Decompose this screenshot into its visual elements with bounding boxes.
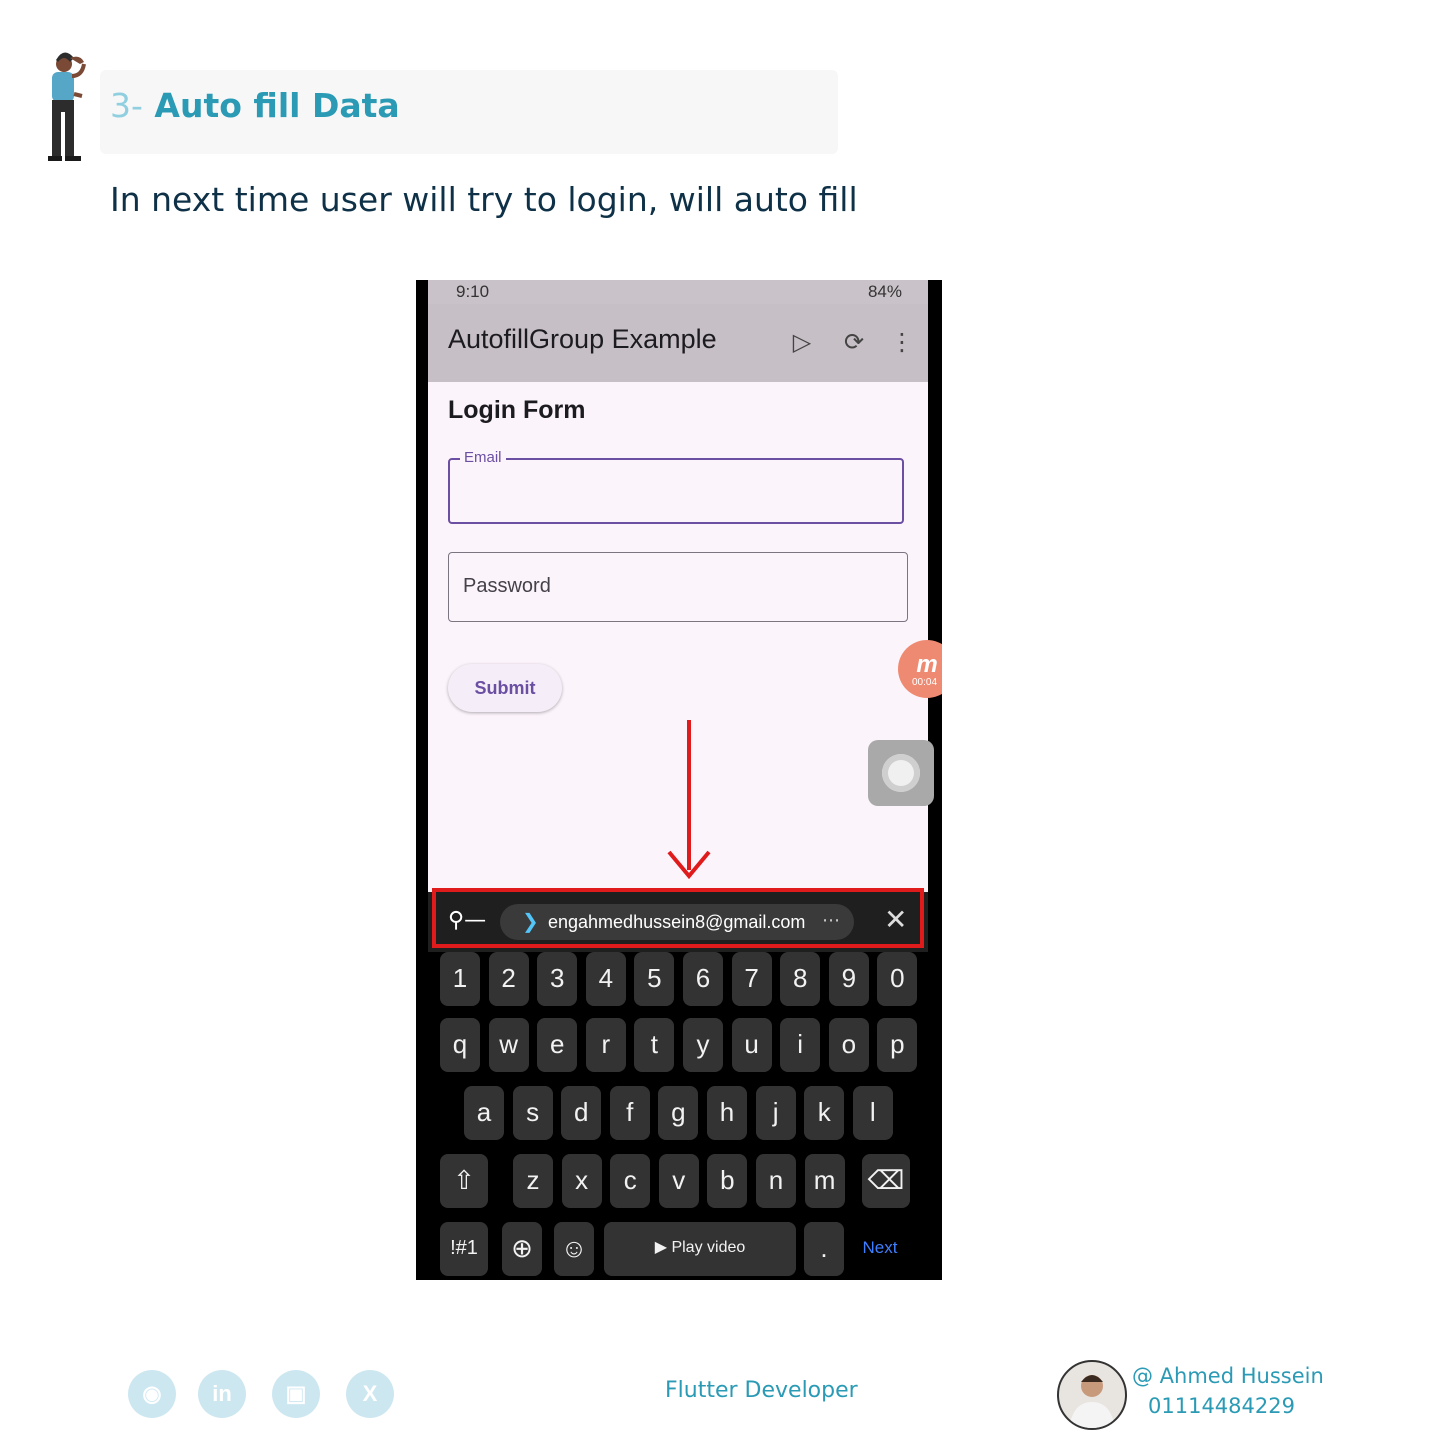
- key-8[interactable]: 8: [780, 952, 821, 1006]
- more-options-icon[interactable]: ⋮: [888, 328, 916, 356]
- key-l[interactable]: l: [852, 1086, 893, 1140]
- key-6[interactable]: 6: [683, 952, 723, 1006]
- section-subtitle: In next time user will try to login, wil…: [110, 180, 858, 219]
- status-time: 9:10: [456, 282, 490, 301]
- key-i[interactable]: i: [780, 1018, 821, 1072]
- email-label: Email: [460, 449, 506, 466]
- key-w[interactable]: w: [488, 1018, 529, 1072]
- key-p[interactable]: p: [877, 1018, 918, 1072]
- key-m[interactable]: m: [804, 1154, 845, 1208]
- key-z[interactable]: z: [513, 1154, 553, 1208]
- key-v[interactable]: v: [658, 1154, 699, 1208]
- app-bar: AutofillGroup Example ▷ ⟳ ⋮: [428, 304, 928, 382]
- key-n[interactable]: n: [756, 1154, 796, 1208]
- status-battery: 84%: [867, 282, 902, 301]
- key-7[interactable]: 7: [731, 952, 772, 1006]
- x-twitter-icon[interactable]: X: [346, 1370, 394, 1418]
- key-f[interactable]: f: [609, 1086, 650, 1140]
- status-bar: 9:10 84%: [428, 280, 928, 304]
- login-form: Login Form Email Password Submit m 00:04: [428, 382, 942, 892]
- section-title: 3- Auto fill Data: [110, 86, 400, 125]
- footer-role: Flutter Developer: [665, 1378, 858, 1403]
- linkedin-icon[interactable]: in: [198, 1370, 246, 1418]
- symbols-key[interactable]: !#1: [440, 1222, 488, 1276]
- recording-time: 00:04: [912, 677, 938, 688]
- key-t[interactable]: t: [634, 1018, 675, 1072]
- key-s[interactable]: s: [512, 1086, 553, 1140]
- emoji-icon[interactable]: ☺: [554, 1222, 594, 1276]
- keyboard: 1 2 3 4 5 6 7 8 9 0 q w e r t y u i o p a s d f g h j k l ⇧ z x c v b n m ⌫ !#…: [416, 952, 942, 1280]
- key-u[interactable]: u: [731, 1018, 772, 1072]
- key-c[interactable]: c: [610, 1154, 651, 1208]
- thinking-person-illustration: [48, 52, 86, 161]
- assistive-touch-icon: [882, 754, 920, 792]
- key-3[interactable]: 3: [537, 952, 578, 1006]
- key-o[interactable]: o: [828, 1018, 869, 1072]
- key-x[interactable]: x: [561, 1154, 602, 1208]
- phone-screenshot: 9:10 84% AutofillGroup Example ▷ ⟳ ⋮ Log…: [416, 280, 942, 1280]
- key-5[interactable]: 5: [634, 952, 675, 1006]
- password-field[interactable]: Password: [448, 552, 908, 622]
- key-e[interactable]: e: [537, 1018, 578, 1072]
- form-title: Login Form: [448, 396, 586, 424]
- app-title: AutofillGroup Example: [448, 324, 717, 354]
- key-0[interactable]: 0: [877, 952, 918, 1006]
- author-name: @ Ahmed Hussein: [1132, 1364, 1324, 1388]
- password-placeholder: Password: [463, 575, 551, 597]
- section-title-text: Auto fill Data: [154, 86, 400, 125]
- globe-icon[interactable]: ⊕: [502, 1222, 542, 1276]
- autofill-highlight-box: [432, 888, 924, 948]
- key-b[interactable]: b: [707, 1154, 748, 1208]
- key-r[interactable]: r: [585, 1018, 626, 1072]
- shift-icon[interactable]: ⇧: [440, 1154, 488, 1208]
- github-icon[interactable]: ◉: [128, 1370, 176, 1418]
- key-j[interactable]: j: [755, 1086, 796, 1140]
- key-2[interactable]: 2: [488, 952, 529, 1006]
- key-q[interactable]: q: [440, 1018, 480, 1072]
- next-key[interactable]: Next: [856, 1222, 904, 1276]
- key-y[interactable]: y: [683, 1018, 723, 1072]
- author-phone: 01114484229: [1148, 1394, 1295, 1418]
- key-a[interactable]: a: [464, 1086, 504, 1140]
- play-video-button[interactable]: ▶ Play video: [604, 1222, 796, 1276]
- key-g[interactable]: g: [658, 1086, 699, 1140]
- recorder-bubble-icon[interactable]: m: [898, 640, 942, 698]
- rotate-icon[interactable]: ⟳: [840, 328, 868, 356]
- submit-button[interactable]: Submit: [448, 664, 562, 712]
- key-4[interactable]: 4: [585, 952, 626, 1006]
- key-k[interactable]: k: [804, 1086, 845, 1140]
- assistive-touch-button[interactable]: [868, 740, 934, 806]
- email-field[interactable]: Email: [448, 449, 904, 524]
- section-number: 3-: [110, 86, 143, 125]
- period-key[interactable]: .: [804, 1222, 844, 1276]
- key-d[interactable]: d: [561, 1086, 602, 1140]
- instagram-icon[interactable]: ▣: [272, 1370, 320, 1418]
- key-h[interactable]: h: [707, 1086, 747, 1140]
- annotation-arrow-head: [667, 850, 711, 880]
- screen-record-icon[interactable]: ▷: [788, 328, 816, 356]
- key-9[interactable]: 9: [828, 952, 869, 1006]
- key-1[interactable]: 1: [440, 952, 480, 1006]
- backspace-icon[interactable]: ⌫: [862, 1154, 910, 1208]
- avatar: [1057, 1360, 1127, 1430]
